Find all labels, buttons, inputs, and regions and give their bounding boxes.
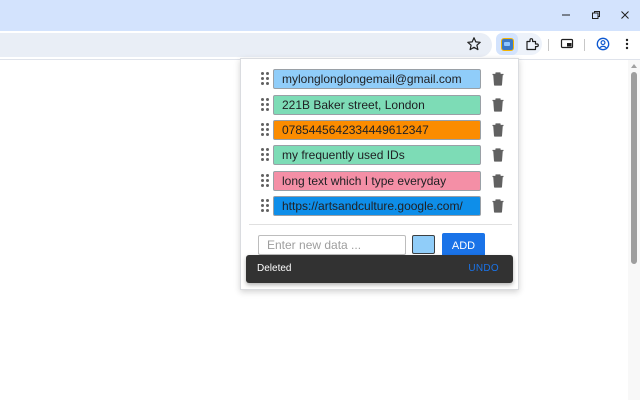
extension-active-button[interactable] [496, 33, 518, 55]
drag-handle-icon[interactable] [261, 199, 269, 213]
list-item: my frequently used IDs [259, 145, 507, 165]
drag-handle-icon[interactable] [261, 98, 269, 112]
list-item: https://artsandculture.google.com/ [259, 196, 507, 216]
drag-handle-icon[interactable] [261, 174, 269, 188]
undo-button[interactable]: UNDO [468, 263, 499, 274]
title-bar [0, 0, 640, 31]
snackbar-message: Deleted [257, 263, 292, 274]
list-item: long text which I type everyday [259, 171, 507, 191]
delete-icon[interactable] [491, 97, 505, 113]
close-button[interactable] [610, 3, 640, 27]
puzzle-icon [526, 38, 539, 51]
drag-handle-icon[interactable] [261, 72, 269, 86]
delete-icon[interactable] [491, 71, 505, 87]
kebab-menu-icon [625, 38, 629, 50]
scroll-up-arrow-icon[interactable] [631, 64, 637, 68]
browser-toolbar [0, 31, 640, 60]
saved-data-chip[interactable]: mylonglonglongemail@gmail.com [273, 69, 481, 89]
snackbar: Deleted UNDO [246, 255, 513, 283]
saved-data-chip[interactable]: 0785445642334449612347 [273, 120, 481, 140]
saved-data-chip[interactable]: https://artsandculture.google.com/ [273, 196, 481, 216]
saved-data-chip[interactable]: 221B Baker street, London [273, 95, 481, 115]
address-bar[interactable] [0, 33, 492, 57]
toolbar-separator [548, 39, 549, 51]
toolbar-separator [584, 39, 585, 51]
list-item: 0785445642334449612347 [259, 120, 507, 140]
extension-active-icon [500, 37, 514, 51]
extensions-button[interactable] [523, 35, 541, 53]
divider [249, 224, 512, 225]
minimize-button[interactable] [551, 3, 581, 27]
saved-data-chip[interactable]: my frequently used IDs [273, 145, 481, 165]
cast-button[interactable] [558, 35, 576, 53]
saved-data-chip[interactable]: long text which I type everyday [273, 171, 481, 191]
delete-icon[interactable] [491, 198, 505, 214]
close-icon [621, 11, 629, 19]
drag-handle-icon[interactable] [261, 148, 269, 162]
delete-icon[interactable] [491, 122, 505, 138]
menu-button[interactable] [618, 35, 636, 53]
cast-icon [560, 38, 574, 49]
delete-icon[interactable] [491, 173, 505, 189]
delete-icon[interactable] [491, 147, 505, 163]
new-data-input[interactable] [258, 235, 406, 255]
drag-handle-icon[interactable] [261, 123, 269, 137]
page-scrollbar[interactable] [628, 60, 640, 400]
profile-button[interactable] [594, 35, 612, 53]
restore-button[interactable] [581, 3, 611, 27]
minimize-icon [562, 14, 570, 16]
list-item: 221B Baker street, London [259, 95, 507, 115]
scroll-thumb[interactable] [631, 72, 637, 264]
restore-icon [592, 11, 600, 19]
star-icon[interactable] [466, 36, 482, 52]
color-picker-swatch[interactable] [412, 235, 435, 254]
list-item: mylonglonglongemail@gmail.com [259, 69, 507, 89]
profile-icon [596, 37, 610, 51]
